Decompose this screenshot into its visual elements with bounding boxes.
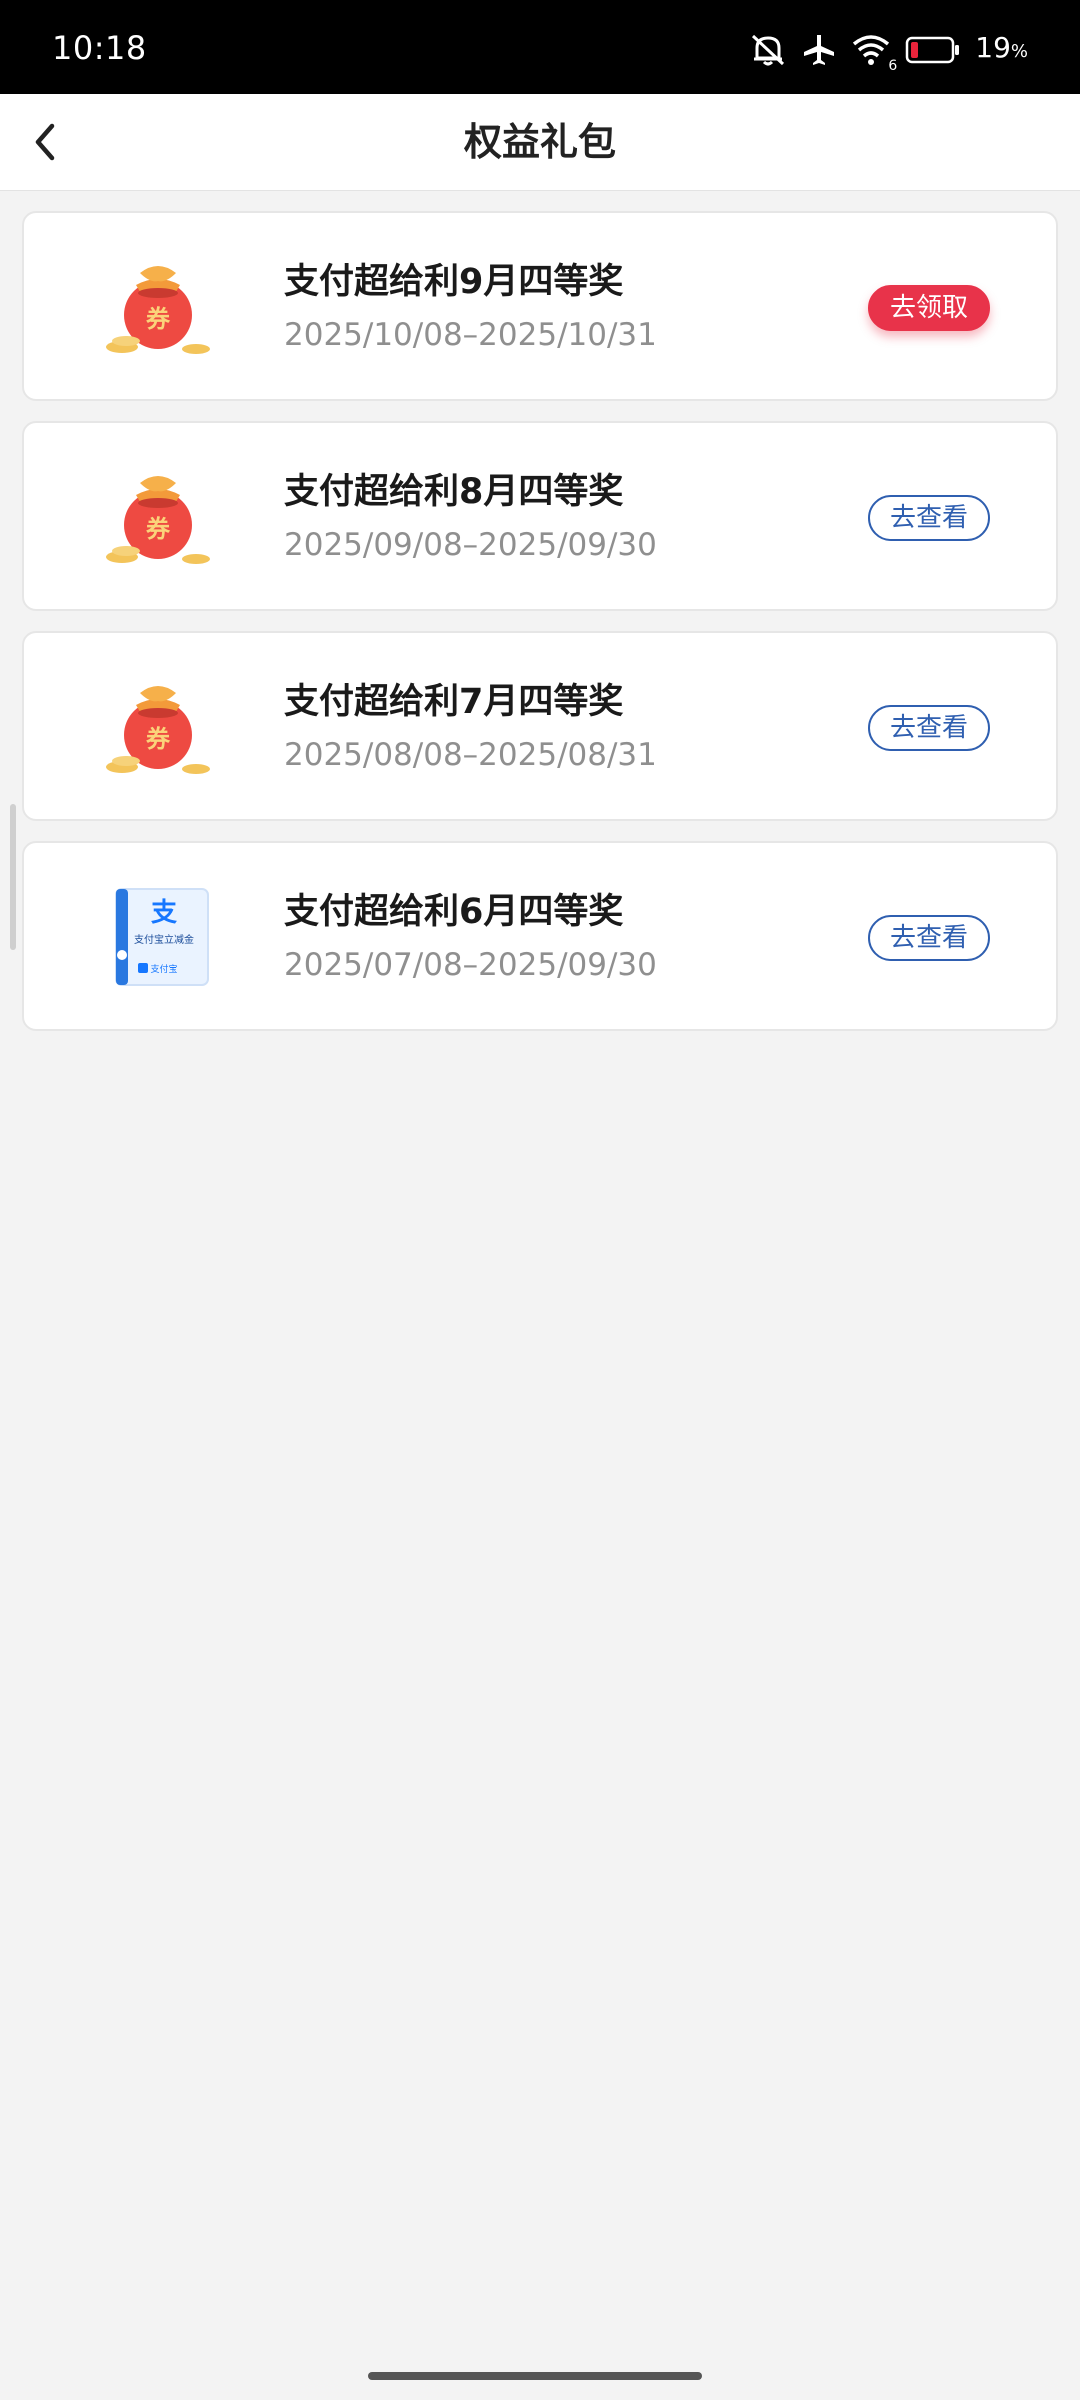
card-title: 支付超给利9月四等奖 [284, 262, 624, 302]
card-title: 支付超给利8月四等奖 [284, 472, 624, 512]
battery-percent: 19% [975, 26, 1028, 74]
coupon-bag-icon: 券 [102, 465, 214, 569]
benefit-card: 券 支付超给利7月四等奖 2025/08/08–2025/08/31 去查看 [22, 631, 1058, 821]
airplane-icon [801, 32, 837, 68]
page-title: 权益礼包 [463, 120, 616, 164]
card-date: 2025/07/08–2025/09/30 [284, 947, 657, 983]
view-button[interactable]: 去查看 [868, 915, 990, 961]
battery-icon [905, 35, 961, 65]
card-date: 2025/08/08–2025/08/31 [284, 737, 657, 773]
coupon-bag-icon: 券 [102, 255, 214, 359]
card-title: 支付超给利7月四等奖 [284, 682, 624, 722]
network-label: 6 [888, 58, 898, 74]
coupon-bag-label: 券 [146, 515, 171, 543]
alipay-voucher-icon: 支 支付宝立减金 支付宝 [102, 885, 214, 989]
benefit-list: 券 支付超给利9月四等奖 2025/10/08–2025/10/31 去领取 券 [22, 211, 1058, 1051]
voucher-footer: 支付宝 [150, 963, 177, 975]
benefit-card: 券 支付超给利8月四等奖 2025/09/08–2025/09/30 去查看 [22, 421, 1058, 611]
status-bar: 10:18 6 19% [0, 0, 1080, 94]
coupon-bag-label: 券 [146, 305, 171, 333]
benefit-card: 支 支付宝立减金 支付宝 支付超给利6月四等奖 2025/07/08–2025/… [22, 841, 1058, 1031]
wifi-icon: 6 [851, 32, 897, 74]
card-title: 支付超给利6月四等奖 [284, 892, 624, 932]
benefit-card: 券 支付超给利9月四等奖 2025/10/08–2025/10/31 去领取 [22, 211, 1058, 401]
scroll-indicator[interactable] [10, 804, 16, 950]
battery-percent-value: 19 [975, 31, 1011, 64]
card-date: 2025/10/08–2025/10/31 [284, 317, 657, 353]
coupon-bag-label: 券 [146, 725, 171, 753]
status-time: 10:18 [52, 29, 147, 67]
view-button[interactable]: 去查看 [868, 495, 990, 541]
voucher-symbol: 支 [151, 898, 177, 928]
view-button[interactable]: 去查看 [868, 705, 990, 751]
claim-button[interactable]: 去领取 [868, 285, 990, 331]
card-date: 2025/09/08–2025/09/30 [284, 527, 657, 563]
home-indicator[interactable] [368, 2372, 702, 2380]
status-icons: 6 19% [749, 26, 1028, 74]
battery-percent-unit: % [1010, 41, 1028, 62]
coupon-bag-icon: 券 [102, 675, 214, 779]
nav-bar: 权益礼包 [0, 94, 1080, 191]
mute-icon [749, 32, 787, 68]
voucher-text: 支付宝立减金 [134, 933, 194, 946]
